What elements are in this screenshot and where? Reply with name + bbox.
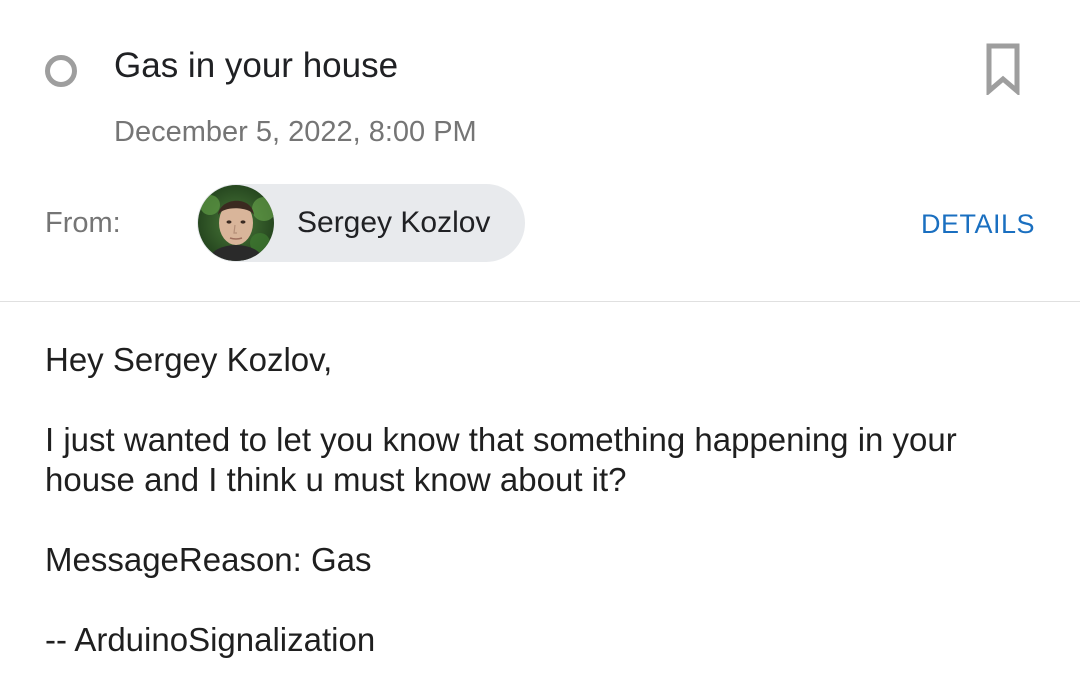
avatar-image: [198, 185, 274, 261]
email-subject: Gas in your house: [114, 46, 399, 85]
body-paragraph-greeting: Hey Sergey Kozlov,: [45, 341, 333, 378]
body-paragraph-signature: -- ArduinoSignalization: [45, 621, 376, 658]
divider: [0, 301, 1080, 302]
email-date: December 5, 2022, 8:00 PM: [114, 116, 477, 148]
email-body: Hey Sergey Kozlov, I just wanted to let …: [45, 340, 1035, 700]
body-paragraph-reason: MessageReason: Gas: [45, 541, 372, 578]
from-label: From:: [45, 207, 121, 239]
avatar: [198, 185, 274, 261]
sender-name: Sergey Kozlov: [297, 206, 491, 239]
bookmark-icon[interactable]: [985, 43, 1021, 95]
sender-chip[interactable]: Sergey Kozlov: [197, 184, 525, 262]
email-header: Gas in your house December 5, 2022, 8:00…: [0, 0, 1080, 301]
body-paragraph-message: I just wanted to let you know that somet…: [45, 421, 957, 498]
details-link[interactable]: DETAILS: [921, 207, 1035, 241]
unread-circle-icon[interactable]: [45, 55, 77, 87]
